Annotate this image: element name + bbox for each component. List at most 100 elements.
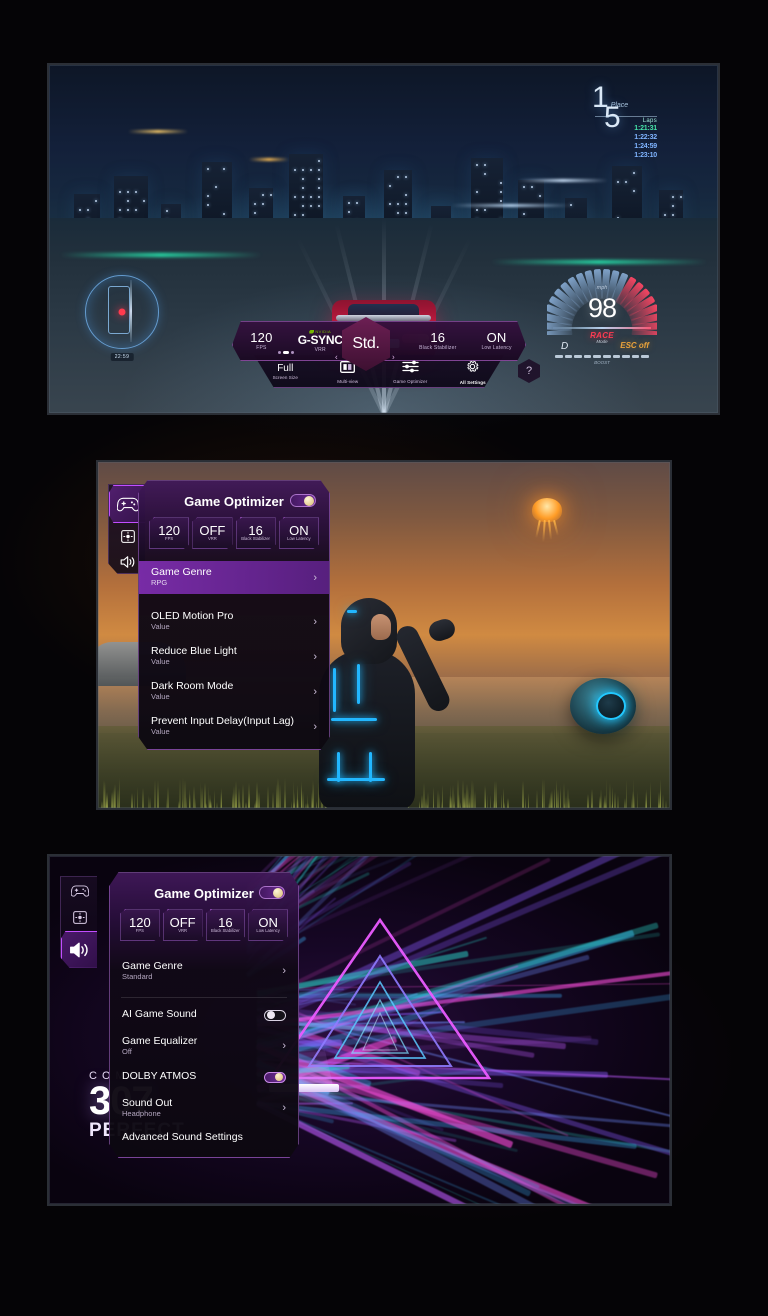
ai-game-sound-toggle[interactable] — [264, 1010, 286, 1021]
grass-blade — [284, 791, 286, 810]
stat-black-stabilizer[interactable]: 16 Black Stabilizer — [408, 331, 467, 352]
list-item-game-equalizer[interactable]: Game Equalizer Off › — [110, 1030, 298, 1062]
laps-header: Laps — [595, 116, 657, 124]
stat-low-latency[interactable]: ON Low Latency — [467, 331, 526, 352]
stat-low-latency-value: ON — [467, 331, 526, 345]
stat-fps-label: FPS — [232, 345, 291, 351]
chip-low-latency[interactable]: ON Low Latency — [248, 909, 288, 941]
grass-blade — [214, 790, 216, 810]
display-brightness-icon — [73, 911, 87, 924]
chip-vrr[interactable]: OFF VRR — [192, 517, 232, 549]
stat-vrr[interactable]: NVIDIA G-SYNC VRR — [291, 329, 350, 353]
tool-game-optimizer-label: Game Optimizer — [393, 379, 427, 384]
stat-fps[interactable]: 120 FPS — [232, 331, 291, 352]
list-item-game-genre[interactable]: Game Genre Standard › — [110, 955, 298, 987]
grass-blade — [235, 793, 237, 810]
list-item-label: DOLBY ATMOS — [122, 1071, 264, 1083]
esc-status: ESC off — [620, 341, 649, 350]
help-button[interactable]: ? — [518, 359, 540, 383]
status-chips: 120 FPS OFF VRR 16 Black Stabilizer ON L… — [149, 517, 319, 549]
tv-panel-rhythm: COMBO 307 PERFECT — [47, 854, 672, 1206]
jellyfish-tentacle — [553, 520, 558, 536]
chip-low-latency[interactable]: ON Low Latency — [279, 517, 319, 549]
list-item-prevent-input-delay[interactable]: Prevent Input Delay(Input Lag) Value › — [139, 709, 329, 744]
grass-blade — [469, 796, 471, 810]
grass-blade — [267, 786, 269, 811]
neon-rail — [60, 253, 262, 257]
rail-item-game[interactable] — [61, 877, 98, 904]
light-streak — [128, 130, 188, 133]
chip-low-latency-label: Low Latency — [256, 929, 280, 933]
list-item-sound-out[interactable]: Sound Out Headphone › — [110, 1092, 298, 1124]
settings-list: Game Genre RPG › OLED Motion Pro Value › — [139, 561, 329, 744]
speaker-icon — [120, 555, 136, 569]
master-toggle[interactable] — [290, 494, 316, 507]
list-item-oled-motion-pro[interactable]: OLED Motion Pro Value › — [139, 604, 329, 639]
grass-blade — [186, 797, 188, 810]
tool-game-optimizer[interactable]: Game Optimizer — [379, 360, 442, 384]
suit-glow-line — [327, 778, 385, 781]
list-item-dolby-atmos[interactable]: DOLBY ATMOS — [110, 1062, 298, 1092]
tool-all-settings-label: All Settings — [460, 380, 486, 385]
grass-blade — [142, 788, 144, 810]
chip-black-stabilizer[interactable]: 16 Black Stabilizer — [236, 517, 276, 549]
stat-black-stabilizer-value: 16 — [408, 331, 467, 345]
list-item-reduce-blue-light[interactable]: Reduce Blue Light Value › — [139, 639, 329, 674]
companion-drone — [570, 678, 636, 734]
speed-value: 98 — [547, 293, 657, 324]
grass-blade — [550, 792, 552, 810]
grass-blade — [464, 792, 466, 810]
master-toggle[interactable] — [259, 886, 285, 899]
list-item-ai-game-sound[interactable]: AI Game Sound — [110, 1000, 298, 1030]
chip-fps[interactable]: 120 FPS — [149, 517, 189, 549]
list-item-label: Sound Out — [122, 1098, 282, 1110]
lap-time: 1:24:59 — [595, 142, 657, 151]
list-item-value: Standard — [122, 973, 282, 982]
grass-blade — [599, 796, 601, 810]
grass-blade — [612, 787, 614, 810]
chevron-right-icon: › — [313, 721, 317, 733]
chip-black-stabilizer-label: Black Stabilizer — [241, 537, 270, 541]
gear-indicator: D — [561, 341, 568, 352]
grass-blade — [554, 788, 556, 810]
tool-screen-size-label: Screen Size — [273, 375, 298, 380]
game-genre-badge-value: Std. — [352, 335, 379, 353]
grass-blade — [272, 792, 274, 810]
list-item-label: Dark Room Mode — [151, 681, 313, 693]
grass-blade — [543, 779, 545, 810]
gamepad-icon — [117, 497, 139, 512]
chip-vrr[interactable]: OFF VRR — [163, 909, 203, 941]
grass-blade — [617, 795, 619, 810]
grass-blade — [490, 795, 492, 810]
grass-blade — [189, 794, 191, 810]
lap-time: 1:21:31 — [595, 124, 657, 133]
grass-blade — [493, 800, 495, 810]
rail-item-sound[interactable] — [61, 931, 98, 969]
minimap: 22:59 — [85, 275, 159, 349]
chevron-right-icon: › — [282, 1102, 286, 1114]
list-item-game-genre[interactable]: Game Genre RPG › — [139, 561, 329, 594]
light-streak — [249, 158, 289, 161]
grass-blade — [157, 787, 159, 810]
dolby-atmos-toggle[interactable] — [264, 1072, 286, 1083]
grass-blade — [501, 794, 503, 810]
grass-blade — [525, 797, 527, 810]
grass-blade — [528, 793, 530, 810]
list-item-label: Game Genre — [122, 961, 282, 973]
grass-blade — [258, 792, 260, 810]
rail-item-display[interactable] — [61, 904, 98, 931]
minimap-timer: 22:59 — [111, 353, 134, 361]
tool-screen-size[interactable]: Full Screen Size — [254, 363, 317, 380]
tool-all-settings[interactable]: All Settings — [442, 359, 505, 385]
grass-blade — [633, 779, 635, 810]
stat-black-stabilizer-label: Black Stabilizer — [408, 345, 467, 351]
list-item-advanced-sound-settings[interactable]: Advanced Sound Settings — [110, 1124, 298, 1152]
grass-blade — [587, 794, 589, 810]
chevron-right-icon: › — [282, 965, 286, 977]
settings-list: Game Genre Standard › AI Game Sound Game… — [110, 955, 298, 1152]
chip-black-stabilizer[interactable]: 16 Black Stabilizer — [206, 909, 246, 941]
lap-time: 1:22:32 — [595, 133, 657, 142]
chip-fps[interactable]: 120 FPS — [120, 909, 160, 941]
racing-game-screen: 22:59 1 Place 5 Laps 1:21:31 1:22:32 1:24… — [47, 63, 720, 415]
list-item-dark-room-mode[interactable]: Dark Room Mode Value › — [139, 674, 329, 709]
